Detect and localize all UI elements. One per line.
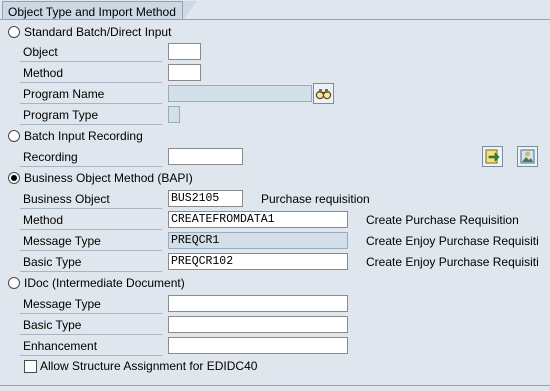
display-picture-icon[interactable] (517, 146, 538, 167)
allow-structure-assignment-label: Allow Structure Assignment for EDIDC40 (40, 359, 258, 373)
allow-structure-assignment-checkbox[interactable] (24, 360, 37, 373)
bapi-method-label: Method (20, 211, 162, 230)
bapi-basic-type-description: Create Enjoy Purchase Requisiti (366, 255, 539, 269)
bapi-basic-type-label: Basic Type (20, 253, 162, 272)
radio-batch-input-recording-label: Batch Input Recording (24, 129, 143, 143)
idoc-enhancement-field[interactable] (168, 337, 348, 354)
radio-idoc-label: IDoc (Intermediate Document) (24, 276, 185, 290)
bapi-method-description: Create Purchase Requisition (366, 213, 519, 227)
bapi-basic-type-field[interactable]: PREQCR102 (168, 253, 348, 270)
program-type-field[interactable] (168, 106, 180, 123)
bapi-method-field[interactable]: CREATEFROMDATA1 (168, 211, 348, 228)
idoc-message-type-field[interactable] (168, 295, 348, 312)
object-field[interactable] (168, 43, 201, 60)
search-binoculars-icon[interactable] (313, 83, 334, 104)
radio-standard-batch-label: Standard Batch/Direct Input (24, 25, 172, 39)
execute-arrow-icon[interactable] (482, 146, 503, 167)
idoc-message-type-label: Message Type (20, 295, 162, 314)
idoc-basic-type-field[interactable] (168, 316, 348, 333)
radio-business-object-method-label: Business Object Method (BAPI) (24, 171, 193, 185)
standard-method-field[interactable] (168, 64, 201, 81)
program-type-label: Program Type (20, 106, 162, 125)
radio-standard-batch[interactable] (8, 26, 20, 38)
radio-batch-input-recording[interactable] (8, 130, 20, 142)
radio-business-object-method[interactable] (8, 172, 20, 184)
program-name-field[interactable] (168, 85, 312, 102)
idoc-enhancement-label: Enhancement (20, 337, 162, 356)
idoc-basic-type-label: Basic Type (20, 316, 162, 335)
program-name-label: Program Name (20, 85, 162, 104)
bapi-message-type-label: Message Type (20, 232, 162, 251)
business-object-description: Purchase requisition (261, 192, 370, 206)
bapi-message-type-description: Create Enjoy Purchase Requisiti (366, 234, 539, 248)
business-object-field[interactable]: BUS2105 (168, 190, 243, 207)
business-object-label: Business Object (20, 190, 162, 209)
tab-divider (0, 19, 550, 20)
recording-label: Recording (20, 148, 162, 167)
standard-method-label: Method (20, 64, 162, 83)
tab-object-type-import-method[interactable]: Object Type and Import Method (2, 1, 183, 20)
tab-strip: Object Type and Import Method (0, 0, 550, 20)
tab-slant-decoration (183, 1, 197, 20)
recording-field[interactable] (168, 148, 243, 165)
panel-bottom-border (0, 385, 550, 386)
radio-idoc[interactable] (8, 277, 20, 289)
object-label: Object (20, 43, 162, 62)
bapi-message-type-field[interactable]: PREQCR1 (168, 232, 348, 249)
